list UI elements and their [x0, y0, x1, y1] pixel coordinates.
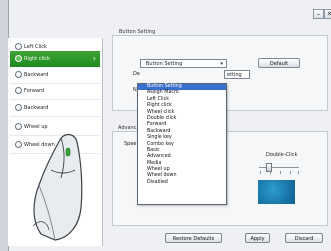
- slider-tick: [290, 171, 291, 174]
- dropdown-item[interactable]: Disabled: [138, 180, 226, 186]
- double-click-slider-track: [259, 167, 299, 168]
- discard-button[interactable]: Discard: [285, 233, 323, 243]
- close-button[interactable]: ✕: [324, 9, 331, 19]
- minimize-button[interactable]: –: [313, 9, 324, 19]
- radio-icon: [15, 43, 22, 50]
- sidebar-item-label: Backward: [24, 72, 49, 78]
- slider-tick: [280, 171, 281, 174]
- double-click-slider-thumb[interactable]: [266, 163, 272, 172]
- button-setting-combo[interactable]: Button Setting ▾: [140, 59, 227, 68]
- default-button[interactable]: Default: [258, 58, 300, 68]
- speed-label: Spee: [124, 141, 137, 147]
- mouse-illustration: [32, 133, 83, 241]
- radio-icon: [15, 87, 22, 94]
- chevron-right-icon: ›: [92, 54, 96, 63]
- radio-icon: [15, 55, 22, 62]
- assign-field[interactable]: etting: [224, 70, 250, 79]
- sidebar-item-right-click[interactable]: Right click ›: [10, 51, 100, 67]
- chevron-down-icon: ▾: [220, 61, 223, 67]
- slider-tick: [298, 171, 299, 174]
- sidebar-item-label: Backward: [24, 105, 49, 111]
- sidebar-item-label: Right click: [24, 56, 50, 62]
- sidebar-item-backward[interactable]: Backward: [10, 67, 100, 84]
- combo-value: Button Setting: [146, 61, 183, 67]
- double-click-test-area[interactable]: [258, 180, 295, 204]
- apply-button[interactable]: Apply: [245, 233, 270, 243]
- sidebar-item-label: Left Click: [24, 44, 47, 50]
- radio-icon: [15, 71, 22, 78]
- radio-icon: [15, 123, 22, 130]
- sidebar-item-backward-2[interactable]: Backward: [10, 100, 100, 117]
- field-label-1: De: [133, 71, 140, 77]
- button-function-dropdown[interactable]: Button Setting Assign Macro Left Click R…: [137, 83, 227, 205]
- slider-tick: [270, 171, 271, 174]
- radio-icon: [15, 104, 22, 111]
- sidebar-item-forward[interactable]: Forward: [10, 83, 100, 100]
- double-click-label: Double-Click: [266, 152, 298, 158]
- sidebar-item-label: Forward: [24, 88, 45, 94]
- slider-tick: [260, 171, 261, 174]
- restore-defaults-button[interactable]: Restore Defaults: [165, 233, 222, 243]
- sidebar: Left Click Right click › Backward Forwar…: [8, 38, 103, 246]
